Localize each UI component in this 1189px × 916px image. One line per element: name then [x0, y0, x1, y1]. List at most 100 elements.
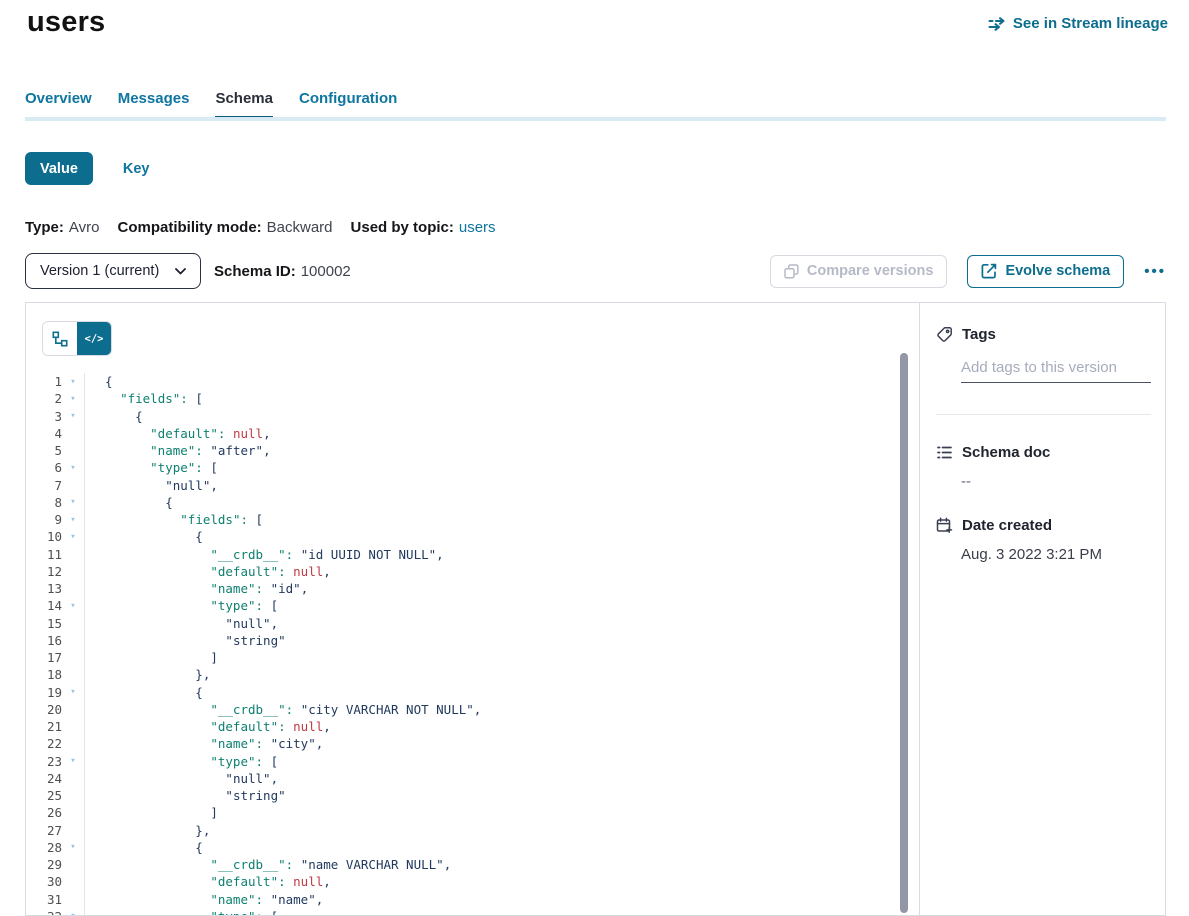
code-line: 3▾ {: [26, 408, 919, 425]
code-line: 32▾ "type": [: [26, 908, 919, 915]
code-line: 19▾ {: [26, 684, 919, 701]
fold-arrow-icon[interactable]: ▾: [62, 411, 84, 421]
fold-arrow-icon[interactable]: ▾: [62, 532, 84, 542]
line-number: 32: [26, 909, 62, 915]
code-text: "string": [84, 633, 286, 648]
fold-arrow-icon[interactable]: ▾: [62, 687, 84, 697]
code-line: 14▾ "type": [: [26, 597, 919, 614]
line-number: 7: [26, 478, 62, 493]
line-number: 28: [26, 840, 62, 855]
code-line: 11 "__crdb__": "id UUID NOT NULL",: [26, 546, 919, 563]
code-text: {: [84, 409, 143, 424]
tree-view-icon: [52, 331, 68, 347]
more-options-icon[interactable]: •••: [1144, 264, 1166, 279]
schema-panel: </> 1▾{2▾ "fields": [3▾ {4 "default": nu…: [25, 302, 1166, 916]
code-text: "name": "id",: [84, 581, 308, 596]
line-number: 3: [26, 409, 62, 424]
code-text: {: [84, 495, 173, 510]
compatibility-value: Backward: [267, 219, 333, 236]
tags-heading-row: Tags: [920, 326, 1165, 343]
line-number: 21: [26, 719, 62, 734]
tab-schema[interactable]: Schema: [215, 90, 273, 120]
line-number: 5: [26, 443, 62, 458]
code-line: 25 "string": [26, 787, 919, 804]
code-text: "name": "city",: [84, 736, 323, 751]
schema-meta-row: Type: Avro Compatibility mode: Backward …: [25, 219, 496, 236]
tree-view-button[interactable]: [43, 322, 77, 355]
see-in-stream-lineage-link[interactable]: See in Stream lineage: [988, 15, 1168, 32]
code-text: "default": null,: [84, 874, 331, 889]
line-number: 18: [26, 667, 62, 682]
vertical-scrollbar[interactable]: [900, 353, 908, 913]
sidebar-divider: [936, 414, 1151, 415]
code-line: 24 "null",: [26, 770, 919, 787]
code-text: {: [84, 685, 203, 700]
code-line: 27 },: [26, 822, 919, 839]
date-created-heading-row: Date created: [920, 517, 1165, 534]
code-text: "default": null,: [84, 719, 331, 734]
code-view-button[interactable]: </>: [77, 322, 111, 355]
line-number: 27: [26, 823, 62, 838]
code-line: 4 "default": null,: [26, 425, 919, 442]
code-text: ]: [84, 805, 218, 820]
schema-doc-value: --: [961, 473, 1165, 490]
page-title: users: [27, 6, 105, 39]
line-number: 13: [26, 581, 62, 596]
schema-doc-heading-row: Schema doc: [920, 444, 1165, 461]
code-text: "null",: [84, 478, 218, 493]
list-icon: [936, 444, 953, 461]
fold-arrow-icon[interactable]: ▾: [62, 601, 84, 611]
date-created-heading: Date created: [962, 517, 1052, 534]
tab-configuration[interactable]: Configuration: [299, 90, 397, 120]
tab-overview[interactable]: Overview: [25, 90, 92, 120]
fold-arrow-icon[interactable]: ▾: [62, 911, 84, 915]
code-line: 9▾ "fields": [: [26, 511, 919, 528]
schema-code-editor: 1▾{2▾ "fields": [3▾ {4 "default": null,5…: [26, 373, 919, 915]
tab-messages[interactable]: Messages: [118, 90, 190, 120]
compatibility-label: Compatibility mode:: [117, 219, 261, 236]
code-line: 7 "null",: [26, 477, 919, 494]
compare-versions-button[interactable]: Compare versions: [770, 255, 948, 288]
code-line: 20 "__crdb__": "city VARCHAR NOT NULL",: [26, 701, 919, 718]
evolve-schema-icon: [981, 263, 997, 279]
schema-id-label: Schema ID:: [214, 263, 296, 280]
code-text: "name": "name",: [84, 892, 323, 907]
line-number: 14: [26, 598, 62, 613]
compare-versions-icon: [784, 264, 799, 279]
version-select-value: Version 1 (current): [40, 263, 159, 279]
line-number: 11: [26, 547, 62, 562]
schema-page: users See in Stream lineage Overview Mes…: [0, 0, 1189, 916]
line-number: 31: [26, 892, 62, 907]
evolve-schema-button[interactable]: Evolve schema: [967, 255, 1124, 288]
fold-arrow-icon[interactable]: ▾: [62, 497, 84, 507]
fold-arrow-icon[interactable]: ▾: [62, 394, 84, 404]
line-number: 23: [26, 754, 62, 769]
fold-arrow-icon[interactable]: ▾: [62, 756, 84, 766]
type-label: Type:: [25, 219, 64, 236]
stream-lineage-icon: [988, 17, 1006, 31]
version-select[interactable]: Version 1 (current): [25, 253, 201, 289]
date-created-value: Aug. 3 2022 3:21 PM: [961, 546, 1165, 563]
code-line: 18 },: [26, 666, 919, 683]
code-line: 5 "name": "after",: [26, 442, 919, 459]
code-line: 10▾ {: [26, 528, 919, 545]
code-line: 26 ]: [26, 804, 919, 821]
line-number: 1: [26, 374, 62, 389]
fold-arrow-icon[interactable]: ▾: [62, 377, 84, 387]
code-text: {: [84, 374, 113, 389]
code-line: 29 "__crdb__": "name VARCHAR NULL",: [26, 856, 919, 873]
fold-arrow-icon[interactable]: ▾: [62, 463, 84, 473]
code-text: {: [84, 840, 203, 855]
tags-input[interactable]: [961, 359, 1151, 383]
line-number: 9: [26, 512, 62, 527]
code-text: },: [84, 823, 210, 838]
code-line: 22 "name": "city",: [26, 735, 919, 752]
code-text: {: [84, 529, 203, 544]
fold-arrow-icon[interactable]: ▾: [62, 515, 84, 525]
value-button[interactable]: Value: [25, 152, 93, 185]
tab-strip: [25, 117, 1166, 121]
fold-arrow-icon[interactable]: ▾: [62, 842, 84, 852]
key-button[interactable]: Key: [123, 161, 150, 177]
topic-link[interactable]: users: [459, 219, 496, 236]
schema-code-pane: </> 1▾{2▾ "fields": [3▾ {4 "default": nu…: [26, 303, 920, 915]
